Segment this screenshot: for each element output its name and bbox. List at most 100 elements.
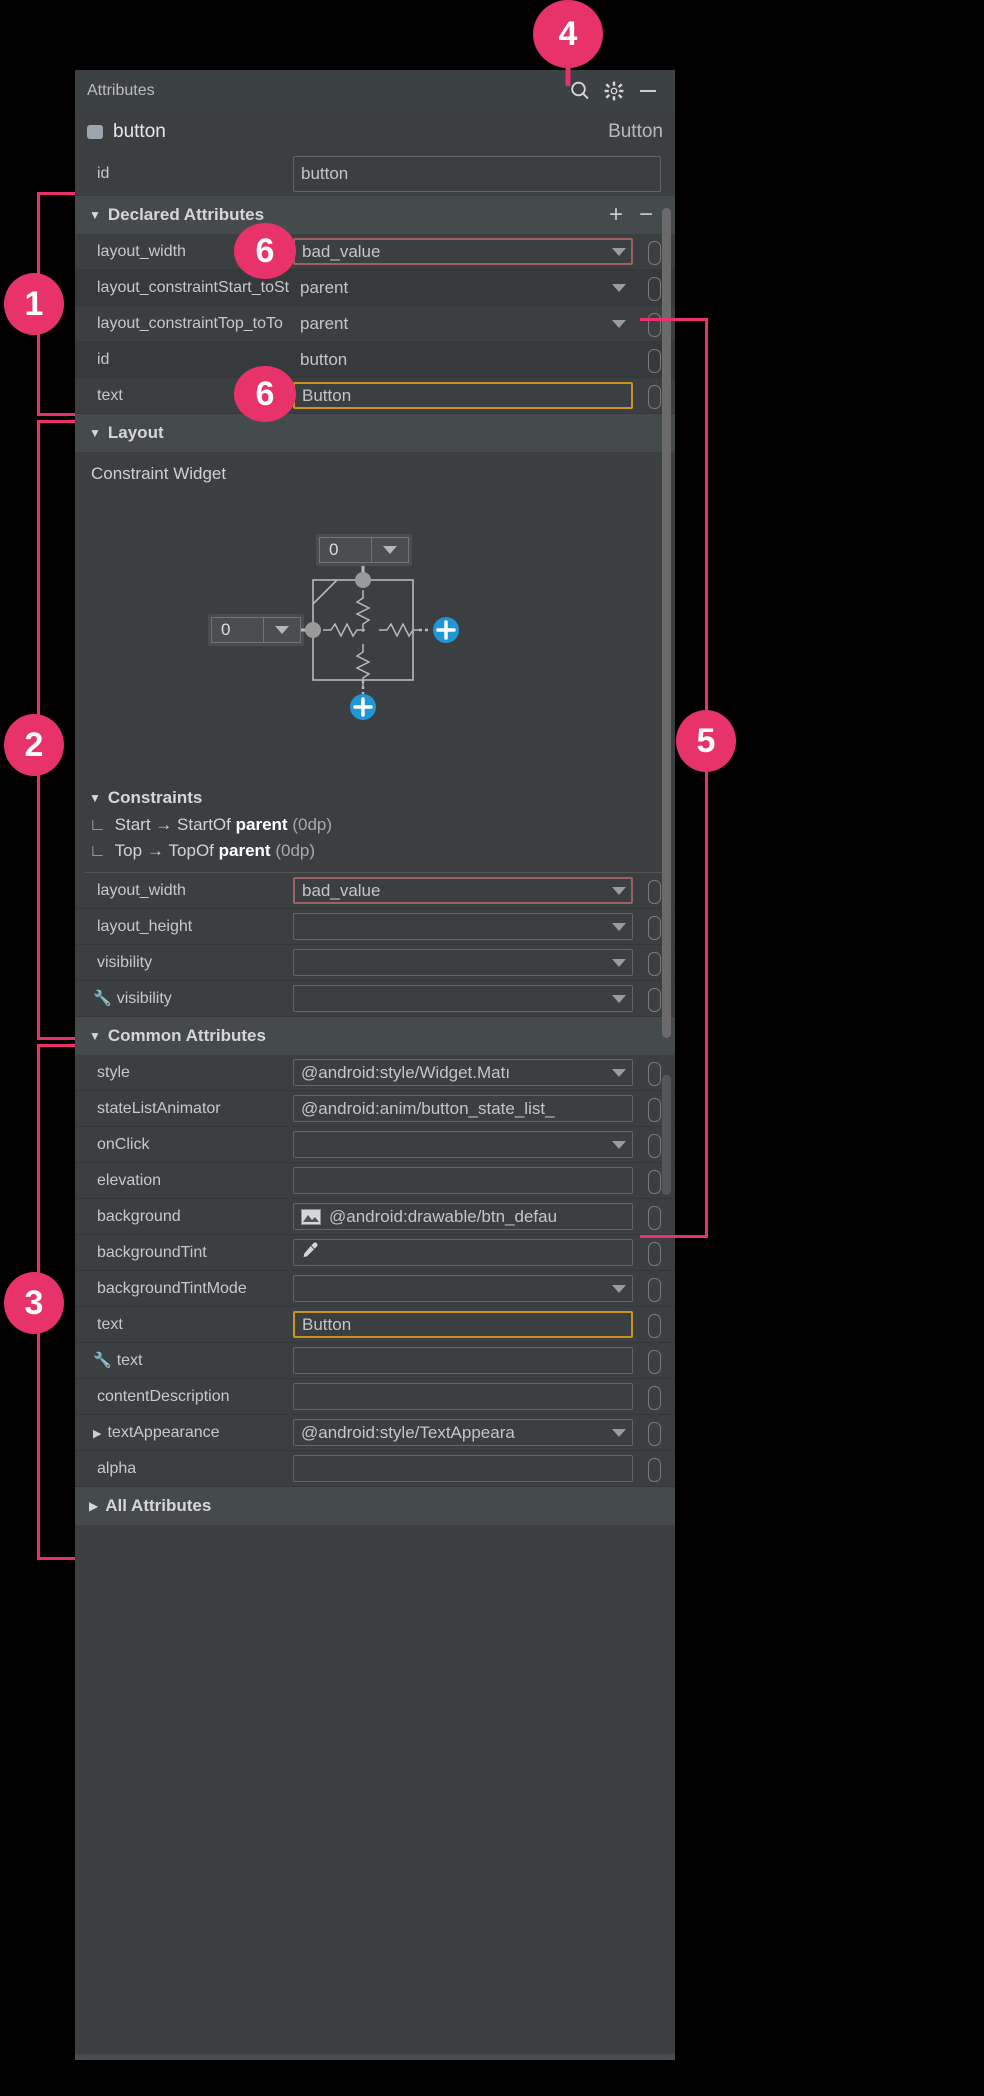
value-slider[interactable]	[648, 880, 661, 904]
chevron-down-icon[interactable]	[605, 949, 633, 976]
textappearance-input[interactable]: @android:style/TextAppeara	[293, 1419, 633, 1446]
row-label: 🔧 text	[75, 1351, 290, 1370]
chevron-down-icon[interactable]	[605, 913, 633, 940]
wrench-icon: 🔧	[93, 990, 112, 1007]
row-value	[290, 1271, 675, 1306]
table-row: contentDescription	[75, 1379, 675, 1415]
add-attribute-button[interactable]: +	[601, 201, 631, 229]
row-value	[290, 1127, 675, 1162]
value-slider[interactable]	[648, 349, 661, 373]
annotation-6-layout-width: 6	[234, 223, 296, 279]
chevron-right-icon[interactable]: ▶	[93, 1427, 101, 1440]
chevron-down-icon[interactable]	[605, 1059, 633, 1086]
annotation-6-text: 6	[234, 366, 296, 422]
table-row: layout_width bad_value	[75, 234, 675, 270]
row-label: layout_constraintTop_toTo	[97, 314, 283, 332]
chevron-right-icon: ▶	[89, 1499, 99, 1513]
row-value: Button	[290, 1307, 675, 1342]
table-row: visibility	[75, 945, 675, 981]
row-value	[290, 1451, 675, 1486]
constraint-icon: ∟	[89, 841, 106, 860]
background-input[interactable]: @android:drawable/btn_defau	[293, 1203, 633, 1230]
value-slider[interactable]	[648, 1062, 661, 1086]
constraints-header[interactable]: ▼ Constraints	[75, 784, 675, 812]
section-title: Common Attributes	[107, 1026, 266, 1045]
row-label-text: visibility	[116, 990, 172, 1007]
value-slider[interactable]	[648, 916, 661, 940]
value-slider[interactable]	[648, 1314, 661, 1338]
id-input[interactable]: button	[293, 156, 661, 192]
vertical-scrollbar-thumb[interactable]	[662, 208, 671, 1038]
table-row: background @android:drawable/btn_defau	[75, 1199, 675, 1235]
constraint-start-input[interactable]: parent	[293, 274, 633, 301]
value-slider[interactable]	[648, 1422, 661, 1446]
value-slider[interactable]	[648, 1170, 661, 1194]
attributes-panel: Attributes button Button id button ▼ Dec…	[75, 70, 675, 2060]
backgroundtintmode-input[interactable]	[293, 1275, 633, 1302]
table-row: layout_constraintStart_toSt parent	[75, 270, 675, 306]
row-value	[290, 981, 675, 1016]
value-slider[interactable]	[648, 1386, 661, 1410]
style-input[interactable]: @android:style/Widget.Matı	[293, 1059, 633, 1086]
row-id-top: id button	[75, 152, 675, 196]
text-input[interactable]: Button	[293, 1311, 633, 1338]
value-slider[interactable]	[648, 277, 661, 301]
constraint-value: (0dp)	[292, 815, 333, 834]
chevron-down-icon[interactable]	[605, 1419, 633, 1446]
value-slider[interactable]	[648, 988, 661, 1012]
chevron-down-icon[interactable]	[605, 274, 633, 301]
section-title: Layout	[107, 423, 164, 442]
contentdescription-input[interactable]	[293, 1383, 633, 1410]
value-slider[interactable]	[648, 1458, 661, 1482]
list-item[interactable]: ∟ Start → StartOf parent (0dp)	[75, 812, 675, 838]
constraint-from: Top	[114, 841, 143, 860]
annotation-5-bracket-vertical	[705, 318, 708, 1238]
value-slider[interactable]	[648, 1206, 661, 1230]
visibility-input[interactable]	[293, 949, 633, 976]
value-slider[interactable]	[648, 1242, 661, 1266]
value-slider[interactable]	[648, 1134, 661, 1158]
layout-width-input[interactable]: bad_value	[293, 238, 633, 265]
value-slider[interactable]	[648, 1350, 661, 1374]
row-value	[290, 909, 675, 944]
row-label-text: textAppearance	[107, 1423, 220, 1441]
tools-text-input[interactable]	[293, 1347, 633, 1374]
section-declared-attributes[interactable]: ▼ Declared Attributes + −	[75, 196, 675, 234]
layout-height-input[interactable]	[293, 913, 633, 940]
section-common-attributes[interactable]: ▼ Common Attributes	[75, 1017, 675, 1055]
list-item[interactable]: ∟ Top → TopOf parent (0dp)	[75, 838, 675, 864]
onclick-input[interactable]	[293, 1131, 633, 1158]
table-row: backgroundTintMode	[75, 1271, 675, 1307]
row-label: id	[97, 165, 110, 182]
section-all-attributes[interactable]: ▶ All Attributes	[75, 1487, 675, 1525]
value-slider[interactable]	[648, 241, 661, 265]
constraint-arrow: →	[155, 815, 173, 834]
chevron-down-icon[interactable]	[605, 985, 633, 1012]
section-layout[interactable]: ▼ Layout	[75, 414, 675, 452]
chevron-down-icon[interactable]	[605, 1275, 633, 1302]
chevron-down-icon[interactable]	[605, 238, 633, 265]
constraint-widget-diagram[interactable]	[75, 452, 675, 782]
value-slider[interactable]	[648, 385, 661, 409]
chevron-down-icon[interactable]	[605, 1131, 633, 1158]
chevron-down-icon[interactable]	[605, 310, 633, 337]
vertical-scrollbar-track[interactable]	[662, 1075, 671, 1195]
chevron-down-icon[interactable]	[605, 877, 633, 904]
horizontal-scrollbar[interactable]	[75, 2054, 675, 2060]
elevation-input[interactable]	[293, 1167, 633, 1194]
id-declared-input[interactable]: button	[293, 346, 633, 373]
value-slider[interactable]	[648, 313, 661, 337]
remove-attribute-button[interactable]: −	[631, 201, 661, 229]
value-slider[interactable]	[648, 1098, 661, 1122]
value-slider[interactable]	[648, 952, 661, 976]
backgroundtint-input[interactable]	[293, 1239, 633, 1266]
row-label: layout_height	[97, 917, 193, 935]
layout-width-input-2[interactable]: bad_value	[293, 877, 633, 904]
constraint-top-input[interactable]: parent	[293, 310, 633, 337]
statelistanimator-input[interactable]: @android:anim/button_state_list_	[293, 1095, 633, 1122]
eyedropper-icon[interactable]	[301, 1241, 319, 1264]
tools-visibility-input[interactable]	[293, 985, 633, 1012]
value-slider[interactable]	[648, 1278, 661, 1302]
alpha-input[interactable]	[293, 1455, 633, 1482]
text-declared-input[interactable]: Button	[293, 382, 633, 409]
